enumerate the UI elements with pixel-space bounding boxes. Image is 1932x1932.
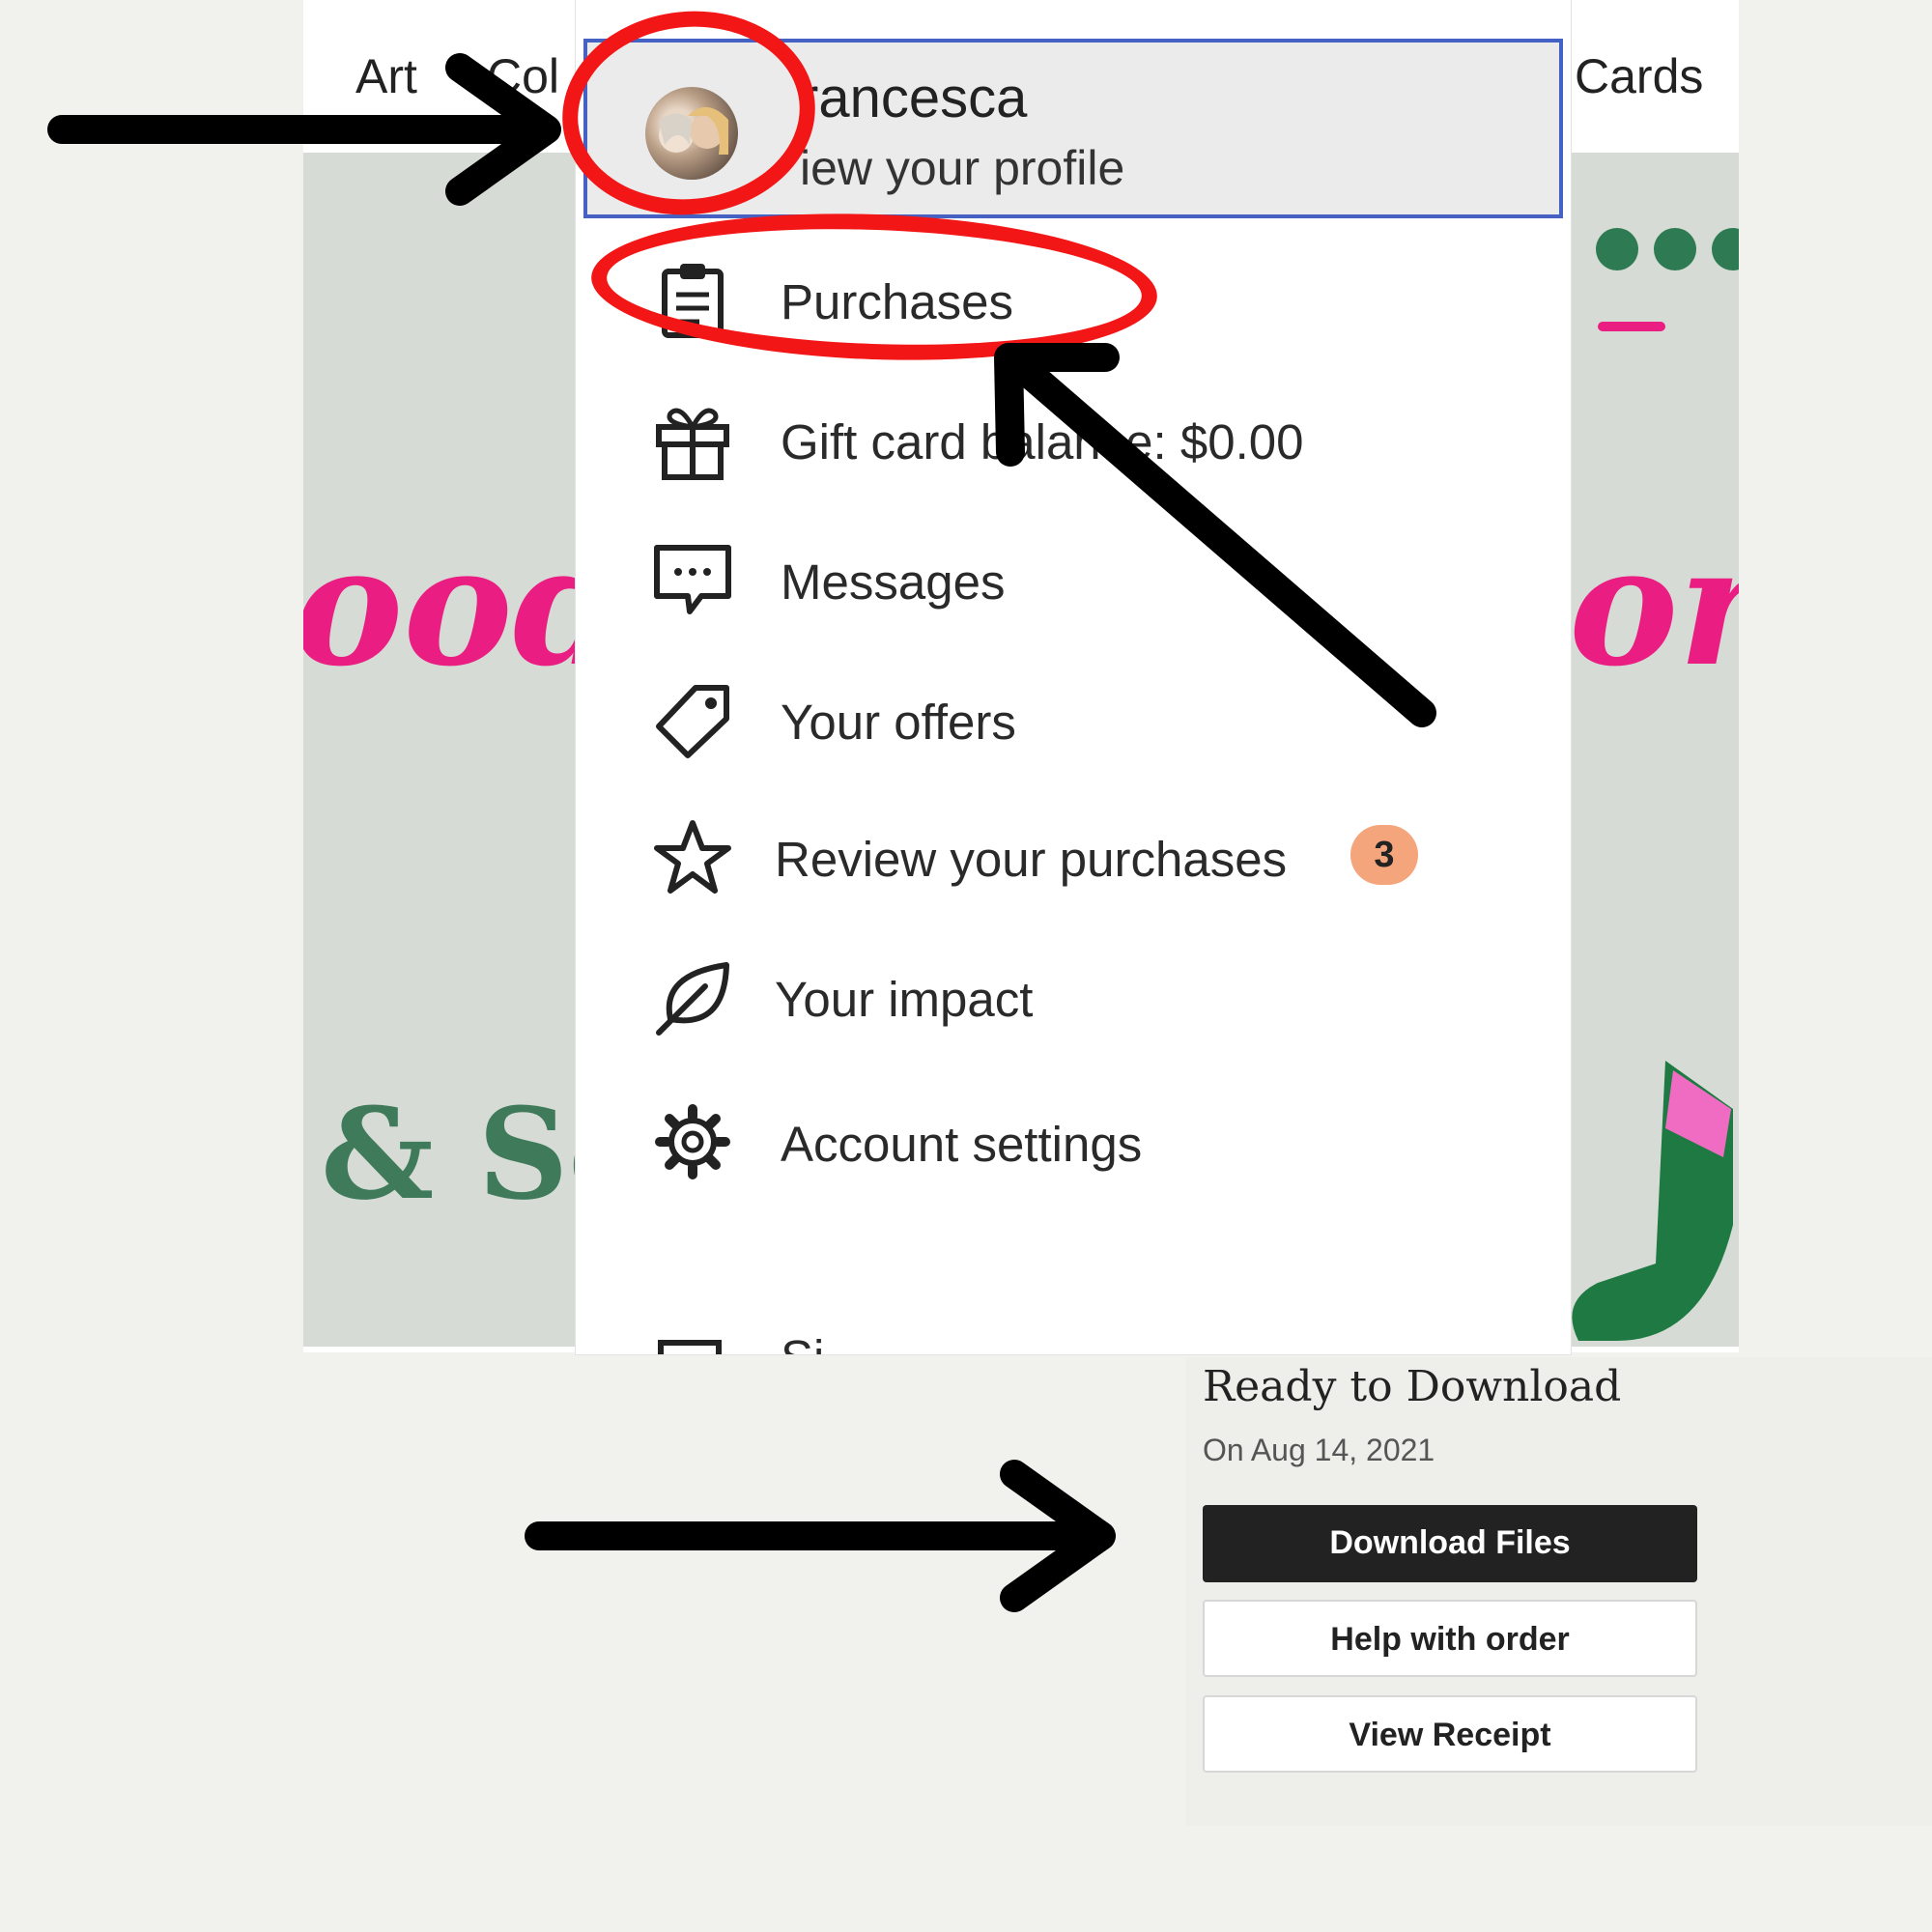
- arrow-shaft-diagonal: [1009, 355, 1436, 727]
- annotation-arrows: [47, 53, 1436, 1612]
